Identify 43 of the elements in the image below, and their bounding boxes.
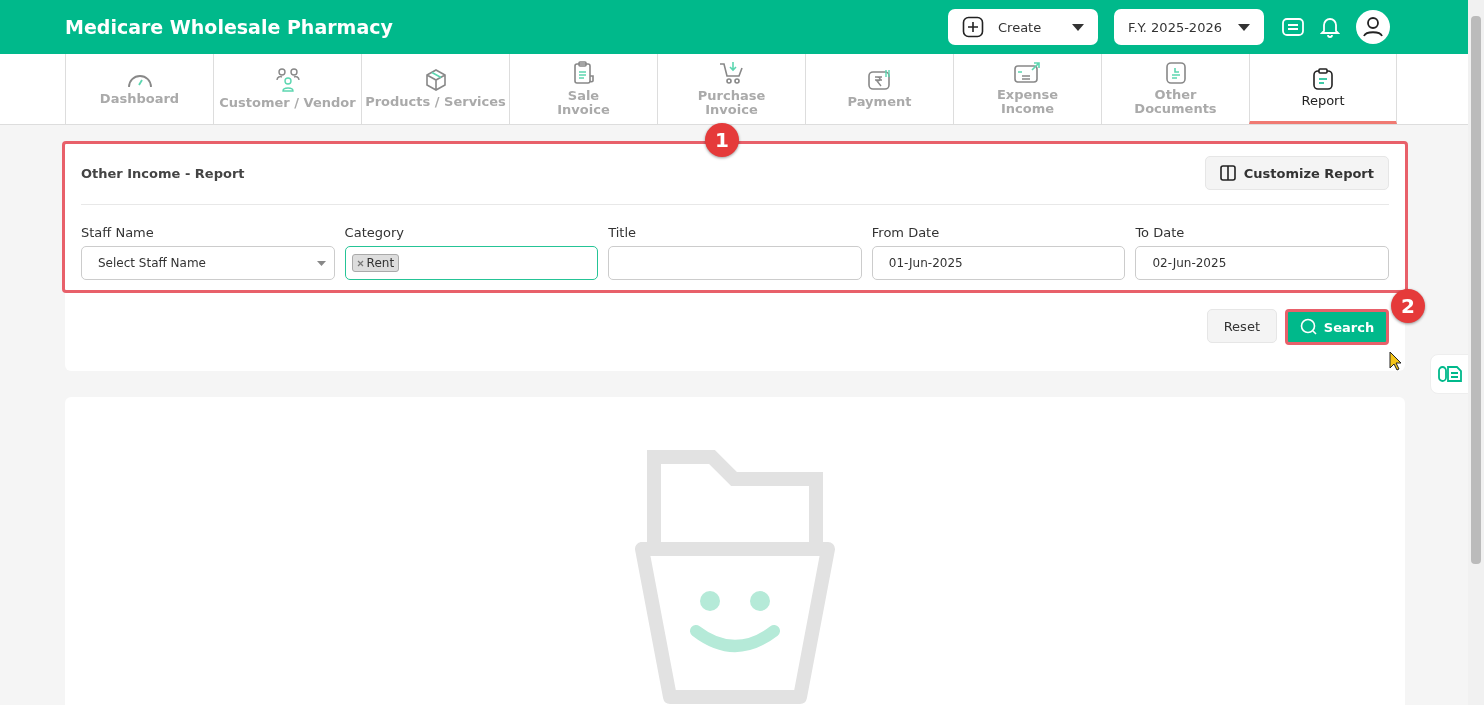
category-field[interactable]: Rent [344, 246, 599, 280]
transfer-icon [1013, 62, 1042, 84]
cart-icon [718, 61, 745, 85]
field-label: To Date [1135, 225, 1186, 240]
category-tag[interactable]: Rent [351, 254, 400, 272]
plus-icon [962, 16, 984, 38]
input-field[interactable]: 01-Jun-2025 [871, 246, 1126, 280]
rupee-icon [867, 69, 892, 91]
callout-badge: 2 [1391, 289, 1425, 323]
avatar-icon[interactable] [1356, 10, 1390, 44]
clipboard-icon [572, 61, 595, 85]
field-label: Category [344, 225, 405, 240]
app-title: Medicare Wholesale Pharmacy [65, 16, 393, 38]
report-title: Other Income - Report [81, 165, 245, 181]
box-icon [424, 69, 447, 91]
cursor-icon [1389, 351, 1403, 371]
field-label: From Date [871, 225, 941, 240]
chat-icon[interactable] [1282, 17, 1304, 37]
search-icon [1299, 318, 1318, 336]
year-selector[interactable]: F.Y. 2025-2026 [1114, 9, 1264, 45]
field-label: Title [608, 225, 638, 240]
columns-icon [1219, 165, 1236, 181]
input-field[interactable]: 02-Jun-2025 [1135, 246, 1389, 280]
people-icon [275, 68, 300, 92]
nav-tab[interactable]: Report [1249, 54, 1397, 124]
callout-badge: 1 [705, 123, 739, 157]
gauge-icon [126, 72, 153, 88]
side-widget-button[interactable] [1430, 354, 1470, 394]
scrollbar[interactable] [1468, 0, 1484, 705]
bell-icon[interactable] [1320, 16, 1340, 38]
create-button[interactable]: Create [948, 9, 1098, 45]
notes-icon [1438, 364, 1462, 384]
clipboard-icon [1313, 67, 1333, 90]
caret-icon [316, 260, 326, 266]
document-icon [1165, 62, 1186, 84]
staff-select[interactable]: Select Staff Name [81, 246, 335, 280]
caret-icon [1238, 23, 1250, 31]
reset-button[interactable]: Reset [1206, 309, 1277, 343]
field-label: Staff Name [81, 225, 155, 240]
remove-icon[interactable] [356, 259, 364, 267]
input-field[interactable] [608, 246, 862, 280]
caret-icon [1072, 23, 1084, 31]
customize-report-button[interactable]: Customize Report [1204, 156, 1389, 190]
